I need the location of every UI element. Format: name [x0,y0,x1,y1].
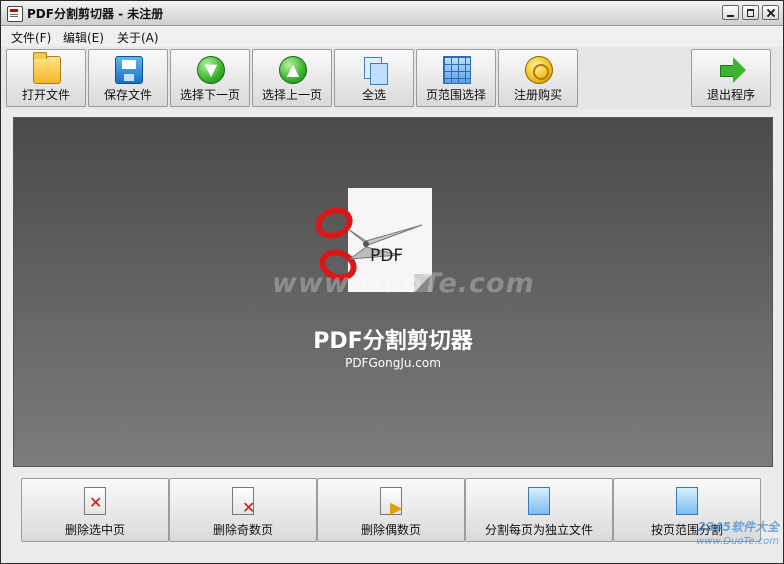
exit-program-label: 退出程序 [706,88,755,102]
delete-selected-page-button[interactable]: ✕ 删除选中页 [21,478,169,542]
title-bar: PDF分割剪切器 - 未注册 [1,1,783,26]
select-prev-page-button[interactable]: ▲ 选择上一页 [252,49,332,107]
website-text: PDFGongJu.com [345,356,441,370]
corner-watermark: 2345软件大全 [697,520,779,534]
open-file-label: 打开文件 [21,88,70,102]
menu-file[interactable]: 文件(F) [11,29,51,46]
split-page-icon [526,486,552,516]
pdf-logo-text: PDF [370,246,404,266]
delete-page-icon: ✕ [82,486,108,516]
delete-selected-page-label: 删除选中页 [64,523,125,537]
save-disk-icon [115,56,143,84]
select-prev-page-label: 选择上一页 [261,88,322,102]
delete-even-pages-label: 删除偶数页 [360,523,421,537]
up-arrow-icon: ▲ [279,56,307,84]
toolbar: 打开文件 保存文件 ▼ 选择下一页 ▲ 选择上一页 全选 页范围选择 注册购买 … [1,47,783,109]
app-icon [7,6,23,22]
pages-icon [361,56,389,85]
maximize-button[interactable] [742,5,759,20]
menu-bar: 文件(F) 编辑(E) 关于(A) [1,26,783,46]
corner-watermark-url: www.DuoTe.com [696,536,779,547]
open-file-button[interactable]: 打开文件 [6,49,86,107]
save-file-button[interactable]: 保存文件 [88,49,168,107]
site-watermark: www.DuoTe.com [272,268,535,299]
menu-about[interactable]: 关于(A) [117,29,159,46]
window-controls [722,5,779,20]
app-name-heading: PDF分割剪切器 [313,329,473,354]
close-button[interactable] [762,5,779,20]
minimize-button[interactable] [722,5,739,20]
delete-odd-pages-label: 删除奇数页 [212,523,273,537]
select-all-button[interactable]: 全选 [334,49,414,107]
action-bar: ✕ 删除选中页 ✕ 删除奇数页 ▶ 删除偶数页 分割每页为独立文件 按页范围分割 [21,478,763,542]
split-range-icon [674,486,700,516]
exit-program-button[interactable]: 退出程序 [691,49,771,107]
split-each-page-button[interactable]: 分割每页为独立文件 [465,478,613,542]
delete-even-icon: ▶ [378,486,404,517]
grid-icon [443,56,471,84]
down-arrow-icon: ▼ [197,56,225,84]
window-title: PDF分割剪切器 - 未注册 [27,7,164,21]
select-all-label: 全选 [361,88,386,102]
folder-open-icon [33,52,61,84]
register-buy-button[interactable]: 注册购买 [498,49,578,107]
exit-arrow-icon [718,56,746,84]
split-each-page-label: 分割每页为独立文件 [484,523,593,537]
delete-odd-pages-button[interactable]: ✕ 删除奇数页 [169,478,317,542]
select-next-page-label: 选择下一页 [179,88,240,102]
coin-icon [525,56,553,84]
delete-odd-icon: ✕ [230,486,256,517]
menu-edit[interactable]: 编辑(E) [63,29,104,46]
delete-even-pages-button[interactable]: ▶ 删除偶数页 [317,478,465,542]
select-next-page-button[interactable]: ▼ 选择下一页 [170,49,250,107]
save-file-label: 保存文件 [103,88,152,102]
page-range-select-label: 页范围选择 [425,88,486,102]
register-buy-label: 注册购买 [513,88,562,102]
preview-area[interactable]: PDF www.DuoTe.com PDF分割剪切器 PDFGongJu.com [13,117,773,467]
page-range-select-button[interactable]: 页范围选择 [416,49,496,107]
app-window: PDF分割剪切器 - 未注册 文件(F) 编辑(E) 关于(A) 打开文件 保存… [0,0,784,564]
